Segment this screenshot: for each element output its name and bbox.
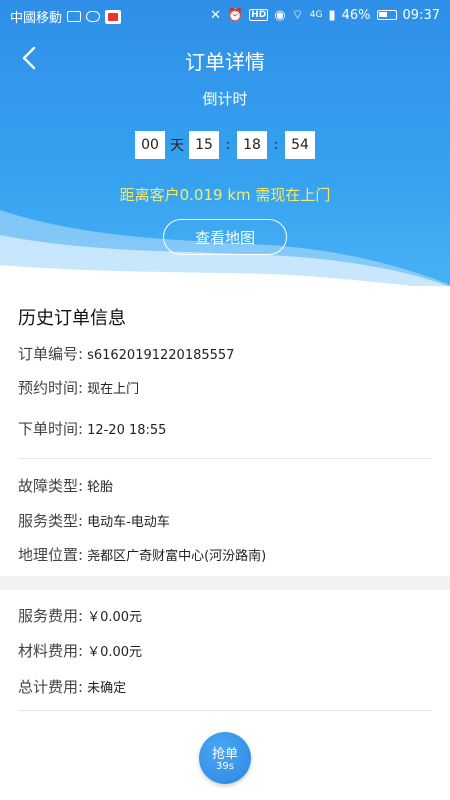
order-number-row: 订单编号: s61620191220185557: [18, 343, 234, 364]
field-label: 故障类型:: [18, 477, 84, 495]
header: 中國移動 ✕ ⏰ HD ◉ ⌔ 4G ▮ 46% 09:37 订单详情 倒计时 …: [0, 0, 450, 300]
timer-separator: :: [225, 137, 231, 153]
field-label: 总计费用:: [18, 678, 84, 696]
battery-percent: 46%: [341, 7, 371, 23]
wechat-icon: [86, 11, 101, 22]
fault-type-row: 故障类型: 轮胎: [18, 475, 113, 496]
service-fee-row: 服务费用: ￥0.00元: [18, 605, 142, 626]
order-info-section: 历史订单信息 订单编号: s61620191220185557 预约时间: 现在上门…: [0, 286, 450, 576]
signal-type: 4G: [309, 10, 323, 20]
hd-badge: HD: [249, 9, 269, 21]
timer-days: 00: [135, 131, 165, 159]
material-fee: ￥0.00元: [87, 645, 143, 660]
grab-order-button[interactable]: 抢单 39s: [199, 732, 251, 784]
order-number: s61620191220185557: [87, 348, 235, 363]
location: 尧都区广奇财富中心(河汾路南): [87, 549, 267, 564]
appointment-time: 现在上门: [87, 382, 140, 397]
service-fee: ￥0.00元: [87, 610, 143, 625]
signal-icon: ▮: [328, 7, 336, 23]
fault-type: 轮胎: [87, 480, 114, 495]
page-title: 订单详情: [185, 50, 265, 74]
field-label: 订单编号:: [18, 345, 84, 363]
service-type-row: 服务类型: 电动车-电动车: [18, 510, 170, 531]
distance-text: 距离客户0.019 km 需现在上门: [119, 186, 331, 204]
activity-icon: [67, 11, 82, 22]
carrier-label: 中國移動: [10, 11, 63, 26]
section-title: 历史订单信息: [18, 308, 126, 329]
order-time: 12-20 18:55: [87, 423, 167, 438]
clock: 09:37: [402, 7, 440, 23]
total-fee-row: 总计费用: 未确定: [18, 676, 126, 697]
app-notification-icon: [105, 9, 122, 24]
field-label: 下单时间:: [18, 420, 84, 438]
material-fee-row: 材料费用: ￥0.00元: [18, 640, 142, 661]
alarm-icon: ⏰: [226, 7, 244, 23]
field-label: 材料费用:: [18, 642, 84, 660]
vibrate-off-icon: ✕: [210, 7, 221, 23]
field-label: 服务费用:: [18, 607, 84, 625]
divider: [18, 710, 432, 711]
field-label: 预约时间:: [18, 379, 84, 397]
countdown-timer: 00 天 15 : 18 : 54: [0, 131, 450, 159]
field-label: 服务类型:: [18, 512, 84, 530]
wifi-icon: ⌔: [291, 8, 304, 23]
battery-icon: [376, 10, 397, 20]
timer-separator: :: [273, 137, 279, 153]
timer-day-unit: 天: [170, 138, 184, 154]
timer-seconds: 54: [285, 131, 315, 159]
grab-order-label: 抢单: [211, 747, 238, 762]
field-label: 地理位置:: [18, 546, 84, 564]
eye-icon: ◉: [274, 7, 286, 23]
location-row: 地理位置: 尧都区广奇财富中心(河汾路南): [18, 544, 266, 565]
timer-minutes: 18: [237, 131, 267, 159]
appointment-time-row: 预约时间: 现在上门: [18, 377, 139, 398]
timer-hours: 15: [189, 131, 219, 159]
countdown-label: 倒计时: [202, 90, 248, 108]
total-fee: 未确定: [87, 681, 127, 696]
grab-order-countdown: 39s: [216, 761, 234, 772]
view-map-button[interactable]: 查看地图: [163, 219, 287, 255]
fees-section: 服务费用: ￥0.00元 材料费用: ￥0.00元 总计费用: 未确定: [0, 590, 450, 716]
service-type: 电动车-电动车: [87, 515, 170, 530]
status-bar: 中國移動 ✕ ⏰ HD ◉ ⌔ 4G ▮ 46% 09:37: [0, 0, 450, 30]
divider: [18, 458, 432, 459]
order-time-row: 下单时间: 12-20 18:55: [18, 418, 166, 439]
